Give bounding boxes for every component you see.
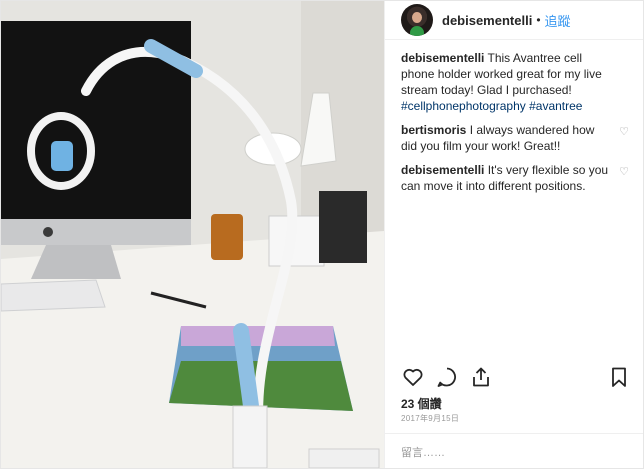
header-separator: • [536, 13, 541, 27]
post-photo[interactable] [1, 1, 384, 468]
post-header: debisementelli • 追蹤 [385, 1, 643, 40]
post-actions [401, 364, 631, 390]
post-sidebar: debisementelli • 追蹤 debisementelli This … [384, 1, 643, 468]
bookmark-icon[interactable] [607, 365, 631, 389]
photo-illustration [1, 1, 384, 468]
post-date: 2017年9月15日 [401, 414, 460, 423]
comment-username[interactable]: debisementelli [401, 51, 484, 65]
comment-like-icon[interactable]: ♡ [619, 124, 629, 140]
comment-username[interactable]: debisementelli [401, 163, 484, 177]
caption-comment: debisementelli This Avantree cell phone … [401, 50, 629, 114]
comment-icon[interactable] [435, 365, 459, 389]
instagram-post: debisementelli • 追蹤 debisementelli This … [0, 0, 644, 469]
share-icon[interactable] [469, 365, 493, 389]
header-username[interactable]: debisementelli [442, 13, 532, 28]
heart-icon[interactable] [401, 365, 425, 389]
comment-list: debisementelli This Avantree cell phone … [385, 40, 643, 194]
comment-like-icon[interactable]: ♡ [619, 164, 629, 180]
add-comment-input[interactable]: 留言…… [385, 433, 643, 469]
comment-username[interactable]: bertismoris [401, 123, 466, 137]
comment-item: debisementelli It's very flexible so you… [401, 162, 629, 194]
avatar[interactable] [401, 4, 433, 36]
comment-item: bertismoris I always wandered how did yo… [401, 122, 629, 154]
caption-hashtags[interactable]: #cellphonephotography #avantree [401, 99, 582, 113]
follow-button[interactable]: 追蹤 [545, 11, 571, 30]
likes-count[interactable]: 23 個讚 [401, 395, 442, 412]
